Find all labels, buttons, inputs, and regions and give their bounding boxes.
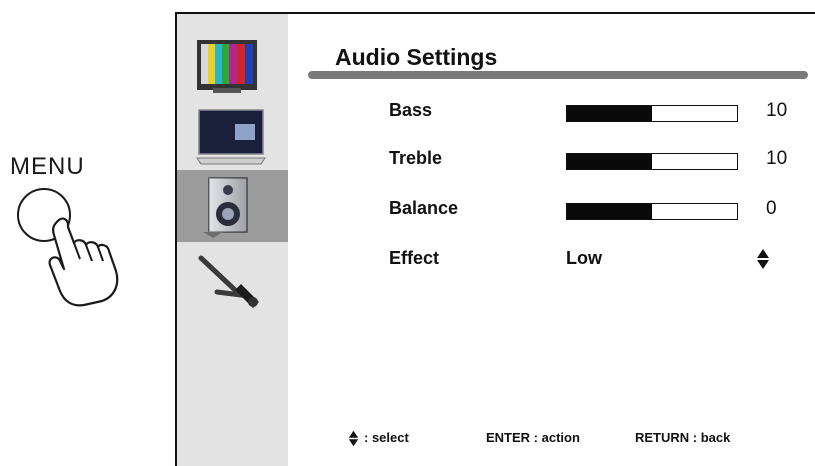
key-hints: : select ENTER : action RETURN : back [348,428,808,452]
sidebar-item-audio[interactable] [177,170,288,242]
menu-label: MENU [10,153,85,180]
treble-label: Treble [389,148,443,168]
bass-row[interactable]: Bass 10 [288,100,815,128]
picture-color-bars-icon [197,40,257,93]
up-down-arrows-icon [348,430,359,447]
sidebar-item-screen[interactable] [177,100,288,172]
bass-slider-fill [567,106,652,121]
sidebar-item-setup[interactable] [177,246,288,318]
screen-display-icon [196,109,266,165]
bass-slider[interactable] [566,105,738,122]
hint-enter: ENTER : action [486,430,580,445]
sidebar-item-picture[interactable] [177,32,288,104]
up-down-arrows-icon [757,249,769,269]
treble-slider[interactable] [566,153,738,170]
audio-settings-panel: Audio Settings Bass 10 Treble 10 Balance… [288,14,815,466]
balance-row[interactable]: Balance 0 [288,198,815,226]
treble-row[interactable]: Treble 10 [288,148,815,176]
title-underline [308,71,808,79]
treble-value: 10 [766,148,788,169]
balance-value: 0 [766,198,777,219]
bass-label: Bass [389,100,433,120]
balance-slider-fill [567,204,652,219]
treble-slider-fill [567,154,652,169]
hint-return: RETURN : back [635,430,731,445]
balance-label: Balance [389,198,459,218]
tools-setup-icon [198,255,259,308]
speaker-audio-icon [203,177,248,238]
page-title: Audio Settings [335,44,498,70]
hand-pressing-button-icon [17,188,119,307]
osd-frame: Audio Settings Bass 10 Treble 10 Balance… [175,12,815,466]
effect-row[interactable]: Effect Low [288,248,815,276]
effect-value[interactable]: Low [566,248,602,269]
osd-sidebar [177,14,288,466]
balance-slider[interactable] [566,203,738,220]
hint-select: : select [364,430,409,445]
bass-value: 10 [766,100,788,121]
effect-label: Effect [389,248,440,268]
